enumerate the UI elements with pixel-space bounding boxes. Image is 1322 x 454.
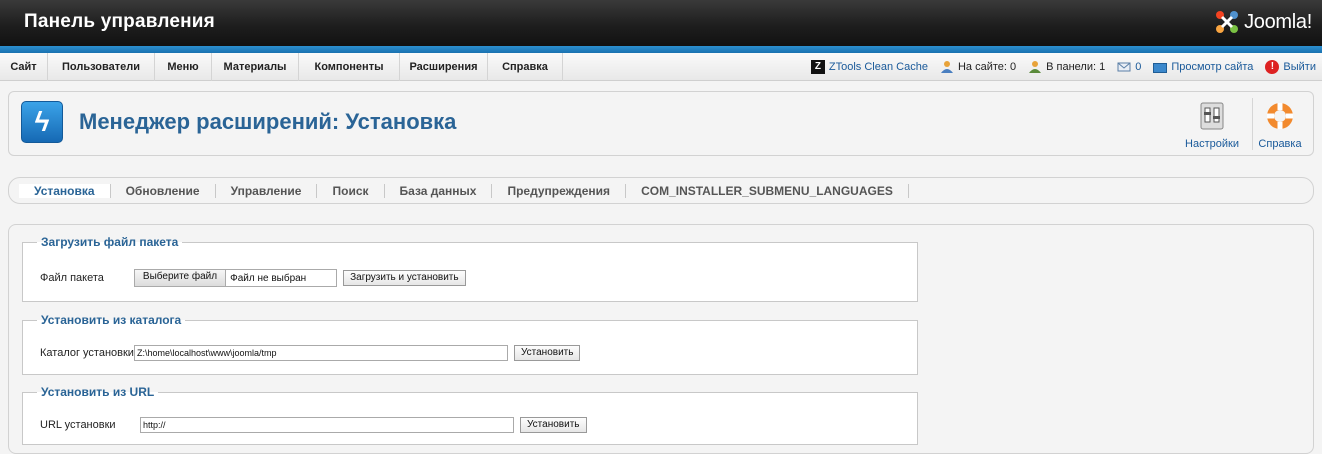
top-header: Панель управления Joomla! bbox=[0, 0, 1322, 46]
menu-item-users[interactable]: Пользователи bbox=[48, 53, 155, 81]
users-in-panel: В панели: 1 bbox=[1028, 60, 1105, 74]
messages-icon bbox=[1117, 62, 1131, 72]
preview-label: Просмотр сайта bbox=[1171, 61, 1254, 73]
tab-discover[interactable]: Поиск bbox=[317, 183, 385, 198]
menu-item-extensions[interactable]: Расширения bbox=[400, 53, 488, 81]
menu-item-menus[interactable]: Меню bbox=[155, 53, 212, 81]
url-legend: Установить из URL bbox=[41, 385, 155, 399]
page-title: Менеджер расширений: Установка bbox=[79, 109, 457, 134]
ztools-icon: Z bbox=[810, 60, 825, 74]
logout-icon: ! bbox=[1265, 60, 1280, 74]
joomla-logo-icon bbox=[1216, 11, 1239, 33]
main-content: Загрузить файл пакета Файл пакета Выбери… bbox=[8, 224, 1314, 454]
joomla-logo[interactable]: Joomla! bbox=[1213, 8, 1312, 36]
ztools-clean-cache[interactable]: Z ZTools Clean Cache bbox=[810, 60, 928, 74]
tab-languages[interactable]: COM_INSTALLER_SUBMENU_LANGUAGES bbox=[626, 183, 909, 198]
settings-button[interactable]: Настройки bbox=[1182, 100, 1242, 150]
install-directory-input[interactable]: Z:\home\localhost\www\joomla/tmp bbox=[133, 345, 508, 361]
directory-row: Каталог установки Z:\home\localhost\www\… bbox=[40, 345, 581, 361]
install-from-directory-section: Установить из каталога Каталог установки… bbox=[22, 313, 918, 375]
status-bar: Z ZTools Clean Cache На сайте: 0 В панел… bbox=[799, 53, 1316, 81]
ztools-label: ZTools Clean Cache bbox=[828, 61, 928, 73]
help-button[interactable]: Справка bbox=[1255, 100, 1305, 150]
on-site-count: На сайте: 0 bbox=[957, 61, 1017, 73]
logout[interactable]: ! Выйти bbox=[1265, 60, 1316, 74]
extensions-lightning-icon: ϟ bbox=[21, 101, 63, 143]
upload-legend: Загрузить файл пакета bbox=[41, 235, 179, 249]
settings-icon bbox=[1200, 102, 1224, 130]
tab-manage[interactable]: Управление bbox=[216, 183, 318, 198]
tab-warnings[interactable]: Предупреждения bbox=[492, 183, 627, 198]
install-from-url-section: Установить из URL URL установки http:// … bbox=[22, 385, 918, 445]
app-title: Панель управления bbox=[24, 11, 215, 32]
choose-file-button[interactable]: Выберите файл bbox=[134, 270, 227, 286]
menu-bar: Сайт Пользователи Меню Материалы Компоне… bbox=[0, 53, 1322, 81]
upload-row: Файл пакета Выберите файл Файл не выбран… bbox=[40, 269, 466, 287]
tab-update[interactable]: Обновление bbox=[111, 183, 216, 198]
main-menu: Сайт Пользователи Меню Материалы Компоне… bbox=[0, 53, 563, 81]
tab-install[interactable]: Установка bbox=[19, 183, 111, 198]
installer-submenu: Установка Обновление Управление Поиск Ба… bbox=[8, 177, 1314, 204]
upload-install-button[interactable]: Загрузить и установить bbox=[343, 270, 466, 286]
install-url-label: URL установки bbox=[40, 419, 116, 431]
package-file-label: Файл пакета bbox=[40, 272, 104, 284]
lifebuoy-help-icon bbox=[1267, 103, 1293, 129]
users-on-site: На сайте: 0 bbox=[940, 60, 1016, 74]
user-icon bbox=[940, 61, 953, 73]
menu-item-site[interactable]: Сайт bbox=[0, 53, 48, 81]
menu-item-components[interactable]: Компоненты bbox=[299, 53, 400, 81]
admin-user-icon bbox=[1029, 61, 1042, 73]
upload-package-section: Загрузить файл пакета Файл пакета Выбери… bbox=[22, 235, 918, 302]
menu-item-help[interactable]: Справка bbox=[488, 53, 563, 81]
header-accent-bar bbox=[0, 46, 1322, 53]
preview-site[interactable]: Просмотр сайта bbox=[1153, 61, 1253, 73]
directory-legend: Установить из каталога bbox=[41, 313, 182, 327]
toolbar-divider bbox=[1252, 98, 1253, 150]
tab-database[interactable]: База данных bbox=[385, 183, 493, 198]
menu-item-content[interactable]: Материалы bbox=[212, 53, 299, 81]
install-url-button[interactable]: Установить bbox=[520, 417, 587, 433]
url-row: URL установки http:// Установить bbox=[40, 417, 587, 433]
install-directory-label: Каталог установки bbox=[40, 347, 134, 359]
monitor-icon bbox=[1153, 62, 1168, 73]
no-file-chosen-text: Файл не выбран bbox=[230, 272, 307, 284]
logo-text: Joomla! bbox=[1244, 10, 1312, 33]
messages[interactable]: 0 bbox=[1117, 60, 1141, 74]
package-file-input[interactable]: Выберите файл Файл не выбран bbox=[133, 269, 338, 287]
in-panel-count: В панели: 1 bbox=[1046, 61, 1106, 73]
logout-label: Выйти bbox=[1283, 61, 1316, 73]
help-label: Справка bbox=[1258, 138, 1302, 150]
toolbar-panel: ϟ Менеджер расширений: Установка Настрой… bbox=[8, 91, 1314, 156]
install-directory-button[interactable]: Установить bbox=[513, 345, 581, 361]
settings-label: Настройки bbox=[1185, 138, 1239, 150]
install-url-input[interactable]: http:// bbox=[140, 417, 514, 433]
messages-count: 0 bbox=[1135, 61, 1142, 73]
